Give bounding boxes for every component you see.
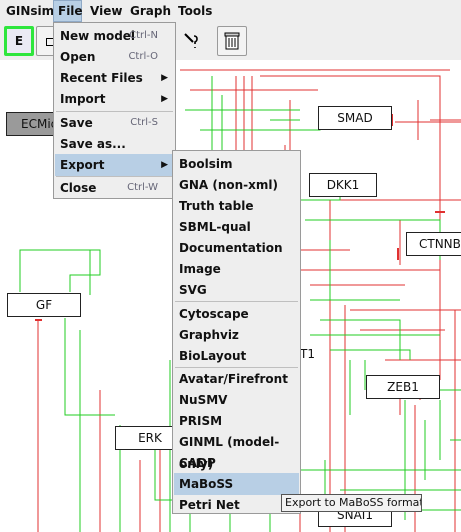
menu-bar: GINsim File View Graph Tools [0, 0, 461, 22]
export-item[interactable]: Image [174, 258, 299, 280]
menu-item-recent-files[interactable]: Recent Files ▶ [55, 67, 174, 89]
menu-item-import[interactable]: Import ▶ [55, 88, 174, 110]
graph-node[interactable]: GF [7, 293, 81, 317]
export-item[interactable]: NuSMV [174, 389, 299, 411]
export-item[interactable]: SBML-qual [174, 216, 299, 238]
menu-file[interactable]: File [53, 0, 83, 22]
submenu-arrow-icon: ▶ [161, 94, 168, 104]
graph-node[interactable]: ZEB1 [366, 375, 440, 399]
menu-item-open[interactable]: Open Ctrl-O [55, 46, 174, 68]
export-item[interactable]: Cytoscape [174, 303, 299, 325]
submenu-arrow-icon: ▶ [161, 73, 168, 83]
delete-button[interactable] [217, 26, 247, 56]
graph-node[interactable]: T1 [300, 343, 332, 367]
graph-node[interactable]: CTNNB [406, 232, 461, 256]
menu-item-save-as[interactable]: Save as... [55, 133, 174, 155]
graph-node[interactable]: SMAD [318, 106, 392, 130]
menu-item-save[interactable]: Save Ctrl-S [55, 112, 174, 134]
export-item[interactable]: CADP [174, 452, 299, 474]
export-item[interactable]: SVG [174, 279, 299, 301]
export-item[interactable]: BioLayout [174, 345, 299, 367]
graph-node[interactable]: DKK1 [309, 173, 377, 197]
menu-item-new-model[interactable]: New model Ctrl-N [55, 25, 174, 47]
export-item[interactable]: Truth table [174, 195, 299, 217]
export-item[interactable]: GNA (non-xml) [174, 174, 299, 196]
add-edge-icon [184, 33, 198, 48]
submenu-arrow-icon: ▶ [161, 160, 168, 170]
add-edge-button[interactable] [177, 26, 207, 56]
export-item[interactable]: Avatar/Firefront [174, 368, 299, 390]
edit-mode-button[interactable]: E [4, 26, 34, 56]
export-item[interactable]: PRISM [174, 410, 299, 432]
menu-ginsim[interactable]: GINsim [2, 0, 58, 22]
menu-separator [175, 301, 298, 302]
menu-tools[interactable]: Tools [174, 0, 216, 22]
trash-icon [224, 32, 240, 50]
menu-item-close[interactable]: Close Ctrl-W [55, 177, 174, 199]
menu-view[interactable]: View [86, 0, 126, 22]
export-item[interactable]: Graphviz [174, 324, 299, 346]
menu-item-export[interactable]: Export ▶ [55, 154, 174, 176]
file-menu: New model Ctrl-N Open Ctrl-O Recent Files ▶… [53, 22, 176, 199]
tooltip: Export to MaBoSS format [281, 494, 422, 512]
export-submenu: Boolsim GNA (non-xml) Truth table SBML-q… [172, 150, 301, 514]
export-item-maboss[interactable]: MaBoSS [174, 473, 299, 495]
export-item[interactable]: Boolsim [174, 153, 299, 175]
export-item[interactable]: Documentation [174, 237, 299, 259]
export-item[interactable]: GINML (model-only) [174, 431, 299, 471]
menu-graph[interactable]: Graph [126, 0, 175, 22]
